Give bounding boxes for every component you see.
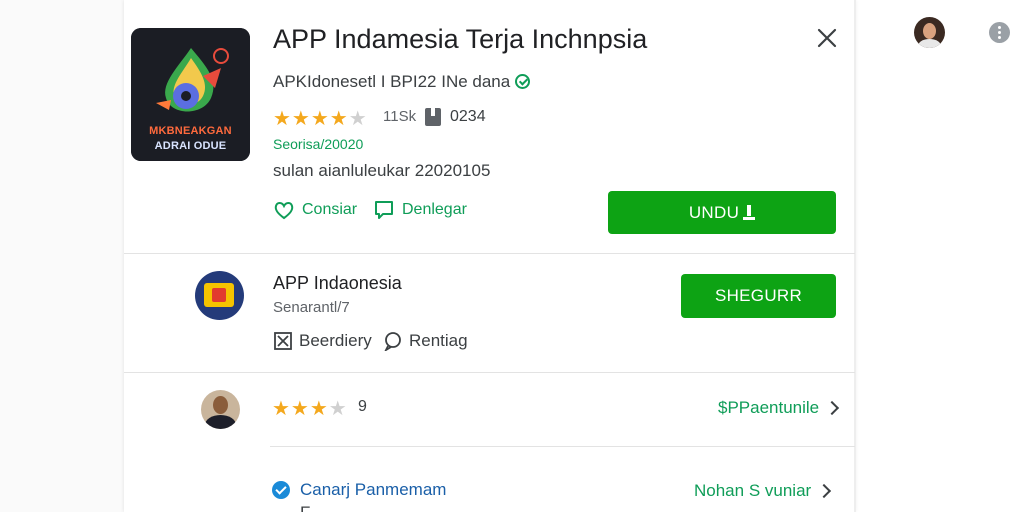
dot (998, 36, 1001, 39)
wishlist-button[interactable]: Denlegar (373, 198, 467, 222)
star-half-icon: ★ (328, 398, 348, 420)
category-link[interactable]: Seorisa/20020 (273, 136, 363, 152)
safety-title: Canarj Panmemam (300, 480, 447, 499)
review-count: 9 (358, 398, 367, 415)
review-stars: ★★★★ (272, 396, 348, 421)
app-icon-text-top: MKBNEAKGAN (149, 125, 232, 137)
star-half-icon: ★ (348, 108, 368, 130)
dot (998, 31, 1001, 34)
close-button[interactable] (814, 25, 840, 51)
app-icon: MKBNEAKGAN ADRAI ODUE (131, 28, 250, 161)
chat-bubble-icon (375, 201, 393, 219)
left-backdrop (0, 0, 124, 512)
star-icon: ★★★★ (273, 108, 349, 130)
avatar-body (205, 415, 236, 429)
share-button[interactable]: Consiar (273, 198, 357, 222)
divider (124, 372, 855, 373)
report-icon (274, 332, 292, 350)
account-avatar[interactable] (914, 17, 945, 48)
downloads-icon (425, 108, 441, 126)
app-title: APP Indamesia Terja Inchnpsia (273, 24, 648, 54)
heart-outline-icon (274, 202, 294, 220)
wishlist-label: Denlegar (402, 201, 467, 218)
download-icon (743, 204, 756, 221)
avatar-shirt (918, 39, 941, 48)
close-icon (817, 28, 837, 48)
developer-name[interactable]: APKIdonesetl I BPI22 INe dana (273, 72, 531, 92)
rating-label: Rentiag (409, 331, 468, 350)
check-circle-icon (272, 481, 290, 499)
report-label: Beerdiery (299, 331, 372, 350)
follow-button[interactable]: SHEGURR (681, 274, 836, 318)
app-icon-text-bottom: ADRAI ODUE (154, 140, 227, 152)
rating-stars: ★★★★★ (273, 106, 368, 131)
reviews-link[interactable]: $PPaentunile (718, 398, 840, 418)
truncated-text: F (300, 503, 310, 512)
chevron-right-icon (825, 400, 840, 416)
page: MKBNEAKGAN ADRAI ODUE APP Indamesia Terj… (0, 0, 1024, 512)
safety-link-label: Nohan S vuniar (694, 481, 812, 500)
divider (124, 253, 855, 254)
publisher-name[interactable]: APP Indaonesia (273, 273, 402, 294)
more-vert-icon[interactable] (989, 22, 1010, 43)
publisher-subtitle: Senarantl/7 (273, 299, 350, 316)
safety-link[interactable]: Nohan S vuniar (694, 481, 832, 501)
avatar-face (923, 23, 936, 39)
verified-icon (515, 74, 531, 89)
avatar-head (213, 396, 228, 414)
install-label: UNDU (688, 202, 740, 222)
report-link[interactable]: Beerdiery (273, 330, 372, 352)
publisher-logo-icon (204, 283, 234, 307)
dot (998, 26, 1001, 29)
share-label: Consiar (302, 201, 358, 218)
developer-label: APKIdonesetl I BPI22 INe dana (273, 72, 511, 91)
card-edge (854, 0, 856, 512)
divider (270, 446, 855, 447)
updated-date: sulan aianluleukar 22020105 (273, 161, 491, 180)
star-icon: ★★★ (272, 398, 329, 420)
downloads-count: 0234 (450, 108, 486, 125)
comment-icon (384, 332, 401, 351)
install-button[interactable]: UNDU (608, 191, 836, 234)
rating-count: 11Sk (383, 108, 417, 125)
reviews-link-label: $PPaentunile (718, 398, 820, 417)
rating-link[interactable]: Rentiag (383, 330, 468, 352)
publisher-avatar[interactable] (195, 271, 244, 320)
chevron-right-icon (817, 483, 832, 499)
reviewer-avatar (201, 390, 240, 429)
